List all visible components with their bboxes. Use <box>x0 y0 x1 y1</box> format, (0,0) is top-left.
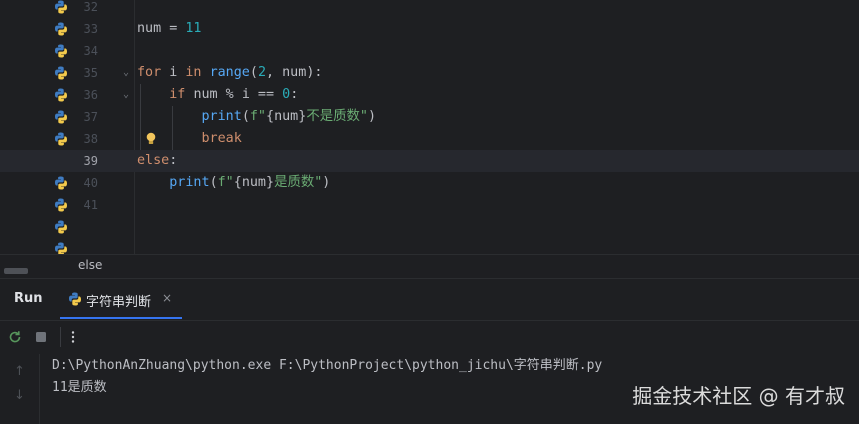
code-text: print(f"{num}是质数") <box>169 175 331 190</box>
python-icon <box>69 292 81 306</box>
run-window-title: Run <box>14 291 43 306</box>
fold-chevron-icon[interactable]: ⌄ <box>121 62 131 84</box>
line-number[interactable]: 33 <box>70 18 98 40</box>
code-line[interactable]: 40 print(f"{num}是质数") <box>0 172 859 194</box>
line-number[interactable]: 37 <box>70 106 98 128</box>
breadcrumb-item[interactable]: else <box>78 258 102 272</box>
line-number[interactable]: 32 <box>70 0 98 18</box>
code-line[interactable]: 37 print(f"{num}不是质数") <box>0 106 859 128</box>
run-tab-label: 字符串判断 <box>86 295 152 310</box>
watermark: 掘金技术社区 @ 有才叔 <box>632 384 845 408</box>
code-line[interactable]: 34 <box>0 40 859 62</box>
code-line[interactable]: 36 ⌄ if num % i == 0: <box>0 84 859 106</box>
scroll-down-icon[interactable]: ↓ <box>14 388 26 403</box>
code-editor[interactable]: 32 33 num = 11 34 35 ⌄ for i in range(2, num):… <box>0 0 859 254</box>
toolbar-separator <box>60 327 61 347</box>
indent-guide <box>140 84 141 150</box>
run-config-tab[interactable]: 字符串判断 × <box>60 279 182 319</box>
code-text: for i in range(2, num): <box>137 65 323 80</box>
stop-icon[interactable] <box>33 329 49 345</box>
more-vertical-icon[interactable] <box>65 329 81 345</box>
horizontal-scrollbar[interactable] <box>4 268 28 274</box>
code-text: if num % i == 0: <box>169 87 299 102</box>
code-text: else: <box>137 153 178 168</box>
fold-chevron-icon[interactable]: ⌄ <box>121 84 131 106</box>
code-line[interactable]: 33 num = 11 <box>0 18 859 40</box>
close-icon[interactable]: × <box>162 291 172 305</box>
breadcrumb: else <box>0 254 859 278</box>
line-number[interactable]: 41 <box>70 194 98 216</box>
console-command-line: D:\PythonAnZhuang\python.exe F:\PythonPr… <box>52 358 603 373</box>
line-number[interactable]: 40 <box>70 172 98 194</box>
code-line[interactable]: 35 ⌄ for i in range(2, num): <box>0 62 859 84</box>
python-file-icon <box>55 220 67 234</box>
run-toolbar <box>0 320 859 354</box>
run-header: Run 字符串判断 × <box>0 279 859 319</box>
rerun-icon[interactable] <box>7 329 23 345</box>
lightbulb-icon[interactable] <box>145 132 157 146</box>
code-line[interactable]: 39 else: <box>0 150 859 172</box>
python-file-icon <box>55 242 67 254</box>
code-line[interactable]: 32 <box>0 0 859 18</box>
line-number[interactable]: 34 <box>70 40 98 62</box>
tab-active-indicator <box>60 317 182 319</box>
line-number[interactable]: 38 <box>70 128 98 150</box>
line-number[interactable]: 35 <box>70 62 98 84</box>
line-number[interactable]: 39 <box>70 150 98 172</box>
scroll-up-icon[interactable]: ↑ <box>14 364 26 379</box>
code-line[interactable]: 38 break <box>0 128 859 150</box>
code-text: num = 11 <box>137 21 202 36</box>
indent-guide <box>172 106 173 150</box>
run-side-toolbar: ↑ ↓ <box>0 354 40 424</box>
code-line[interactable]: 41 <box>0 194 859 216</box>
console-output-line: 11是质数 <box>52 380 107 395</box>
line-number[interactable]: 36 <box>70 84 98 106</box>
